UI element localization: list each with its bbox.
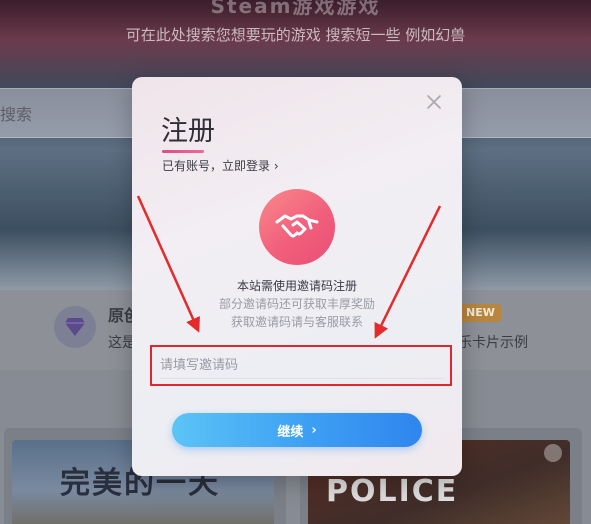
hero-title: Steam游戏游戏 — [210, 0, 381, 18]
play-icon[interactable] — [544, 444, 562, 462]
invite-code-field — [150, 345, 452, 386]
close-icon[interactable] — [425, 93, 443, 111]
chevron-right-icon: › — [273, 159, 279, 173]
login-link[interactable]: 已有账号，立即登录 › — [162, 157, 279, 174]
game-card-title: POLICE — [326, 474, 459, 509]
dialog-title: 注册 — [161, 116, 215, 147]
continue-label: 继续 — [277, 424, 304, 440]
chevron-right-icon: › — [311, 422, 317, 438]
invite-reward-text: 部分邀请码还可获取丰厚奖励 — [218, 297, 375, 311]
new-badge: NEW — [460, 304, 501, 322]
hero-subtitle: 可在此处搜索您想要玩的游戏 搜索短一些 例如幻兽 — [125, 26, 466, 44]
contact-support-text: 获取邀请码请与客服联系 — [230, 315, 363, 329]
diamond-icon — [54, 306, 96, 348]
search-placeholder: 搜索 — [0, 105, 33, 124]
invite-required-text: 本站需使用邀请码注册 — [236, 279, 357, 293]
invite-code-input[interactable] — [160, 353, 444, 379]
title-underline — [162, 150, 204, 153]
continue-button[interactable]: 继续 › — [172, 413, 422, 447]
handshake-icon — [259, 189, 335, 265]
login-link-label: 已有账号，立即登录 — [162, 159, 271, 173]
feature-right-desc: 乐卡片示例 — [458, 335, 528, 351]
